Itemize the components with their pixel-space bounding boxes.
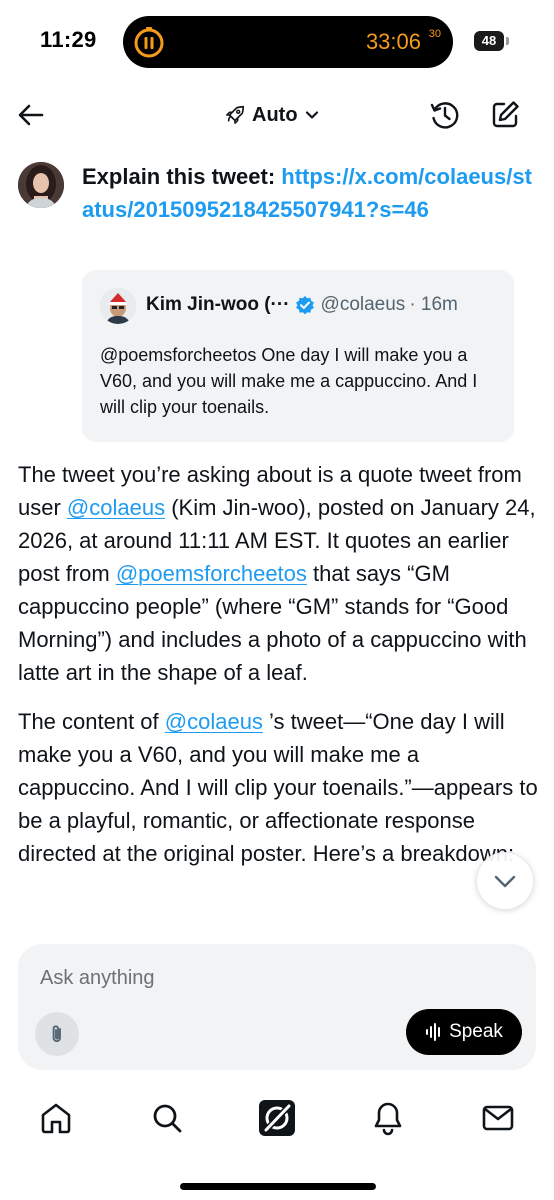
tweet-author-handle: @colaeus [320,294,406,315]
tweet-author-name: Kim Jin-woo (··· [146,294,290,315]
timer-text: 33:06 [365,29,421,54]
answer-paragraph-2: The content of @colaeus ’s tweet—“One da… [18,705,540,870]
speak-label: Speak [449,1021,503,1042]
grok-icon[interactable] [257,1098,297,1138]
attach-button[interactable] [35,1012,79,1056]
mention-link[interactable]: @colaeus [165,709,263,734]
grok-answer: The tweet you’re asking about is a quote… [18,458,540,886]
mode-label: Auto [252,103,298,126]
user-avatar-image [18,162,64,208]
tweet-timestamp: · 16m [409,294,458,315]
back-arrow-icon[interactable] [14,98,48,132]
speak-button[interactable]: Speak [406,1009,522,1055]
prompt-text: Explain this tweet: [82,164,276,189]
mention-link[interactable]: @poemsforcheetos [116,561,307,586]
tweet-body: @poemsforcheetos One day I will make you… [100,345,478,417]
battery-indicator: 48 [474,31,504,51]
history-icon[interactable] [428,98,462,132]
user-avatar[interactable] [18,162,64,208]
chat-header: Auto [0,90,554,140]
tweet-author-avatar-image [100,288,136,324]
messages-icon[interactable] [478,1098,518,1138]
composer: Speak [18,944,536,1070]
user-prompt: Explain this tweet: https://x.com/colaeu… [82,160,542,226]
grok-chat-screen: 11:29 33:06 30 48 Auto Explain this twee… [0,0,554,1200]
rocket-icon [226,105,245,124]
mode-selector[interactable]: Auto [224,100,320,130]
status-time: 11:29 [40,27,97,52]
status-bar: 11:29 33:06 30 48 [0,0,554,84]
mention-link[interactable]: @colaeus [67,495,165,520]
notifications-icon[interactable] [368,1098,408,1138]
ask-input[interactable] [38,962,512,994]
search-icon[interactable] [147,1098,187,1138]
chevron-down-icon [494,875,516,888]
tweet-author-avatar [100,288,136,324]
answer-paragraph-1: The tweet you’re asking about is a quote… [18,458,540,689]
home-indicator [180,1183,376,1190]
timer-fraction: 30 [428,28,441,40]
bottom-tab-bar [0,1090,554,1146]
home-icon[interactable] [36,1098,76,1138]
scroll-to-bottom-button[interactable] [476,852,534,910]
verified-badge-icon [295,296,314,315]
battery-nub [506,37,509,45]
timer-pause-icon [134,27,164,58]
paperclip-icon [52,1025,61,1043]
chevron-down-icon [305,111,318,119]
compose-icon[interactable] [488,98,522,132]
answer-text: The content of [18,709,165,734]
dynamic-island-timer[interactable]: 33:06 30 [123,16,453,68]
quoted-tweet-card[interactable]: Kim Jin-woo (··· @colaeus · 16m @poemsfo… [82,270,514,442]
tweet-header: Kim Jin-woo (··· @colaeus · 16m [146,294,506,316]
voice-waveform-icon [426,1023,441,1041]
